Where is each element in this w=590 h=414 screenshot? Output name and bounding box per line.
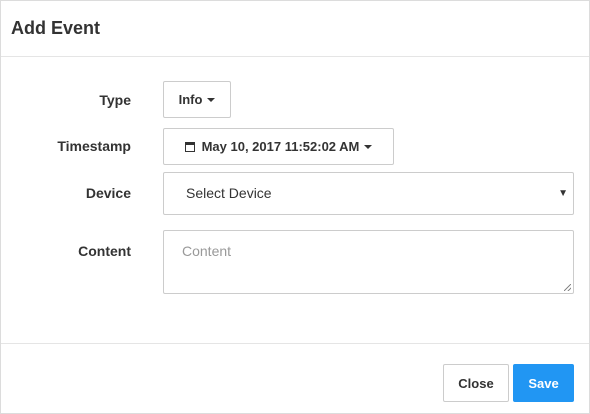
caret-down-icon (207, 97, 216, 102)
select-arrow-icon: ▼ (558, 188, 568, 199)
content-placeholder: Content (182, 243, 232, 259)
type-dropdown-button[interactable]: Info (163, 81, 231, 118)
modal-footer: Close Save (1, 343, 589, 413)
caret-down-icon (364, 144, 373, 149)
timestamp-picker-button[interactable]: May 10, 2017 11:52:02 AM (163, 128, 394, 165)
type-label: Type (99, 92, 131, 108)
resize-grip-icon[interactable] (564, 284, 571, 291)
save-button[interactable]: Save (513, 364, 574, 402)
add-event-modal: Add Event Type Info Timestamp May 10, 20… (0, 0, 590, 414)
device-select-value: Select Device (186, 185, 272, 201)
modal-title: Add Event (11, 18, 101, 38)
device-label: Device (85, 185, 131, 201)
calendar-icon (184, 141, 195, 152)
content-label: Content (78, 243, 131, 259)
modal-header: Add Event (1, 1, 589, 57)
device-select[interactable]: Select Device ▼ (163, 172, 574, 215)
timestamp-label: Timestamp (57, 138, 131, 154)
type-value: Info (178, 92, 203, 107)
content-textarea[interactable]: Content (163, 230, 574, 294)
timestamp-value: May 10, 2017 11:52:02 AM (201, 139, 360, 154)
close-button[interactable]: Close (443, 364, 509, 402)
